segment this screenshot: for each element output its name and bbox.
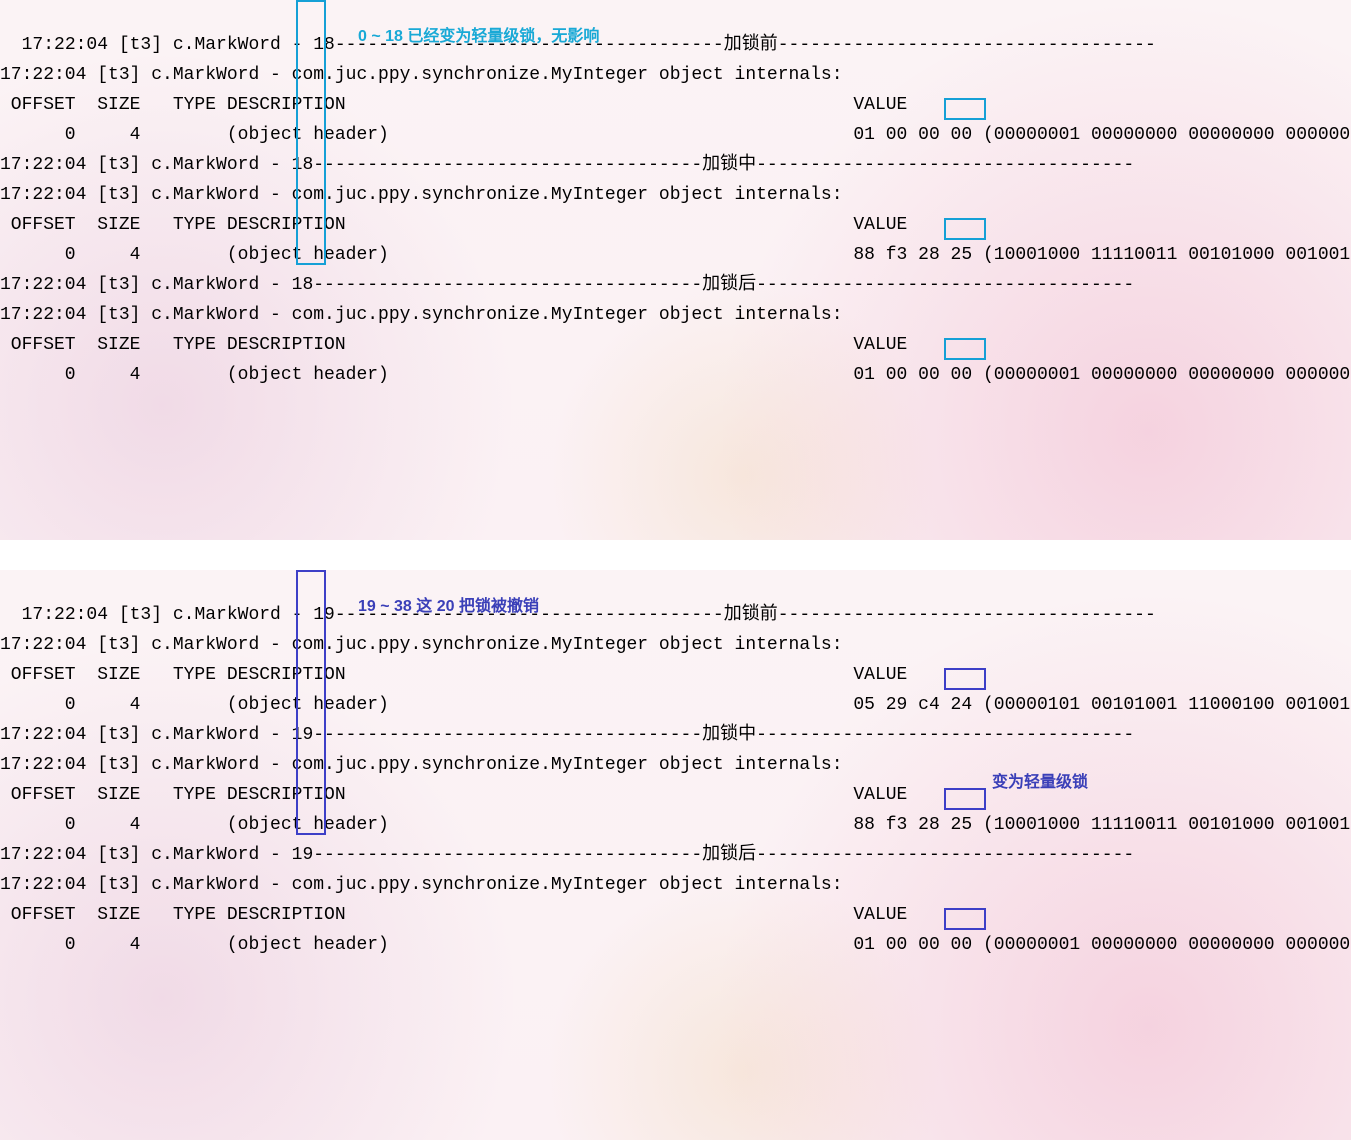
log-text-19: 17:22:04 [t3] c.MarkWord - 19-----------… — [0, 605, 1351, 955]
box-18-bits-1 — [944, 98, 986, 120]
log-text-18: 17:22:04 [t3] c.MarkWord - 18-----------… — [0, 35, 1351, 385]
log-block-19: 17:22:04 [t3] c.MarkWord - 19-----------… — [0, 570, 1351, 1140]
box-18-bits-3 — [944, 338, 986, 360]
box-19-bits-1 — [944, 668, 986, 690]
block-gap — [0, 540, 1351, 570]
box-18-bits-2 — [944, 218, 986, 240]
box-19-bits-3 — [944, 908, 986, 930]
box-19-bits-2 — [944, 788, 986, 810]
annotation-19-comment: 变为轻量级锁 — [992, 768, 1088, 798]
log-block-18: 17:22:04 [t3] c.MarkWord - 18-----------… — [0, 0, 1351, 540]
